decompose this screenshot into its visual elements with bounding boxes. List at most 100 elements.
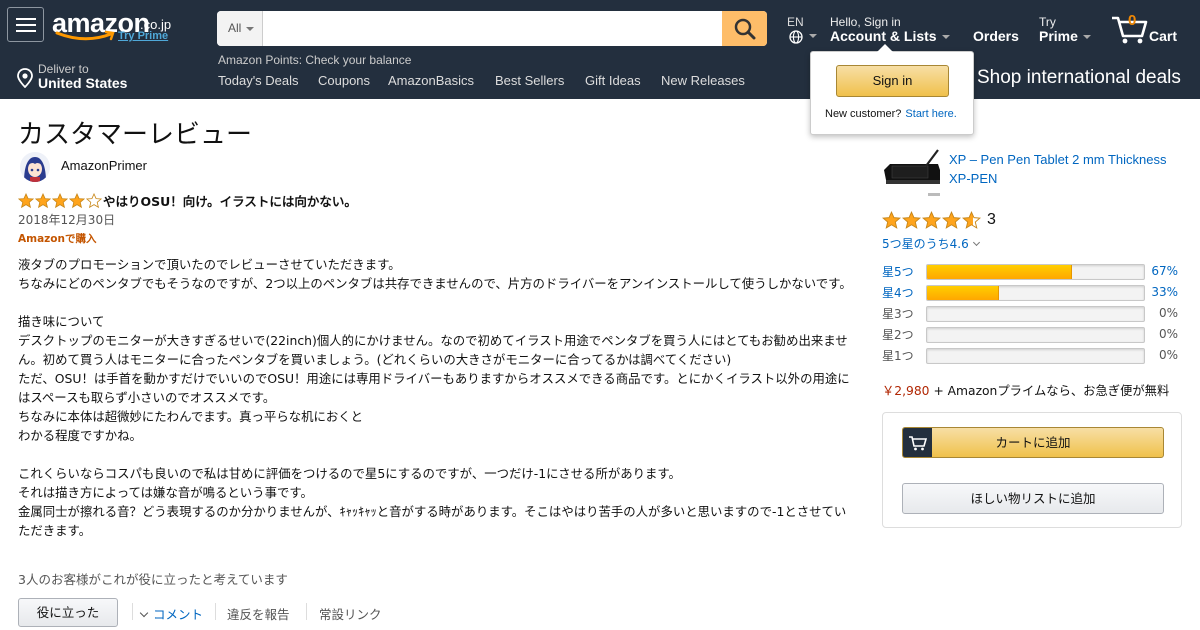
histogram-bar [926, 348, 1145, 364]
histogram-percent: 0% [1158, 348, 1178, 362]
chevron-down-icon [139, 608, 149, 618]
permalink[interactable]: 常設リンク [319, 604, 382, 623]
review-paragraph [18, 445, 854, 464]
report-abuse-link[interactable]: 違反を報告 [227, 604, 290, 623]
histogram-star-label: 星5つ [882, 265, 914, 279]
avatar [20, 152, 50, 182]
search-icon [734, 18, 755, 39]
star-icon [69, 193, 85, 209]
histogram-percent: 0% [1158, 327, 1178, 341]
nav-link-amazonbasics[interactable]: AmazonBasics [388, 73, 474, 88]
star-icon [902, 211, 921, 229]
helpful-count-text: 3人のお客様がこれが役に立ったと考えています [18, 572, 288, 587]
search-input[interactable] [263, 11, 722, 46]
histogram-bar [926, 327, 1145, 343]
add-to-cart-button[interactable]: カートに追加 [902, 427, 1164, 458]
review-paragraph: 描き味について [18, 314, 105, 329]
add-to-wishlist-button[interactable]: ほしい物リストに追加 [902, 483, 1164, 514]
star-icon [882, 211, 901, 229]
cart-link[interactable]: 0 Cart [1110, 12, 1180, 46]
divider [215, 603, 216, 620]
histogram-star-label: 星2つ [882, 328, 914, 342]
page-title: カスタマーレビュー [18, 120, 253, 150]
language-label[interactable]: EN [787, 15, 804, 29]
start-here-link[interactable]: Start here. [905, 108, 956, 120]
verified-purchase-badge: Amazonで購入 [18, 233, 97, 245]
deliver-to-label[interactable]: Deliver to [38, 62, 89, 76]
greeting-text: Hello, Sign in [830, 15, 901, 29]
histogram-star-label: 星4つ [882, 286, 914, 300]
review-paragraph: これくらいならコスパも良いので私は甘めに評価をつけるので星5にするのですが、一つ… [18, 466, 681, 481]
histogram-star-label: 星3つ [882, 307, 914, 321]
reviewer-name[interactable]: AmazonPrimer [61, 158, 147, 173]
search-button[interactable] [722, 11, 767, 46]
star-icon [86, 193, 102, 209]
review-title[interactable]: やはりOSU！向け。イラストには向かない。 [103, 191, 357, 210]
review-body: 液タブのプロモーションで頂いたのでレビューさせていただきます。 ちなみにどのペンタ… [18, 255, 854, 540]
star-icon [942, 211, 961, 229]
points-row[interactable]: Amazon Points: Check your balance [218, 53, 411, 67]
prime-menu[interactable]: Prime [1039, 28, 1091, 44]
nav-link-coupons[interactable]: Coupons [318, 73, 370, 88]
prime-shipping-text: + Amazonプライムなら、お急ぎ便が無料 [933, 384, 1170, 398]
review-date: 2018年12月30日 [18, 213, 116, 227]
product-brand-link[interactable]: XP-PEN [949, 171, 997, 186]
star-icon [18, 193, 34, 209]
top-nav-bar: amazon .co.jp Try Prime All EN Hello, Si… [0, 0, 1200, 99]
new-customer-text: New customer? Start here. [825, 108, 957, 120]
try-prime-link[interactable]: Try Prime [118, 30, 168, 42]
histogram-row[interactable]: 星4つ 33% [882, 284, 1182, 301]
histogram-percent: 0% [1158, 306, 1178, 320]
histogram-bar [926, 306, 1145, 322]
nav-link-gift-ideas[interactable]: Gift Ideas [585, 73, 641, 88]
price: ￥2,980 [882, 384, 930, 398]
signin-popover: Sign in New customer? Start here. [810, 44, 974, 135]
hamburger-menu-icon[interactable] [7, 7, 44, 42]
try-label: Try [1039, 15, 1056, 29]
rating-out-of-link[interactable]: 5つ星のうち4.6 [882, 235, 980, 252]
search-bar: All [217, 11, 767, 46]
comment-link[interactable]: コメント [139, 604, 204, 623]
histogram-percent: 33% [1151, 285, 1178, 299]
review-paragraph: 液タブのプロモーションで頂いたのでレビューさせていただきます。 [18, 257, 401, 272]
product-star-rating [882, 211, 982, 230]
star-icon [52, 193, 68, 209]
nav-link-todays-deals[interactable]: Today's Deals [218, 73, 299, 88]
histogram-row[interactable]: 星5つ 67% [882, 263, 1182, 280]
orders-link[interactable]: Orders [973, 28, 1019, 44]
helpful-button[interactable]: 役に立った [18, 598, 118, 627]
product-title-link[interactable]: XP – Pen Pen Tablet 2 mm Thickness [949, 152, 1179, 167]
comment-label: コメント [153, 607, 204, 622]
histogram-row: 星3つ 0% [882, 305, 1182, 322]
deliver-location[interactable]: United States [38, 75, 127, 91]
new-customer-label: New customer? [825, 108, 902, 120]
rating-count: 3 [987, 211, 996, 228]
star-icon [35, 193, 51, 209]
shop-international-banner[interactable]: Shop international deals [977, 67, 1181, 89]
globe-icon[interactable] [789, 30, 803, 44]
histogram-bar [926, 264, 1145, 280]
review-paragraph: ちなみに本体は超微妙にたわんでます。真っ平らな机におくと [18, 409, 364, 424]
nav-link-new-releases[interactable]: New Releases [661, 73, 745, 88]
points-text: Check your balance [305, 53, 412, 67]
price-line: ￥2,980 + Amazonプライムなら、お急ぎ便が無料 [882, 381, 1169, 399]
nav-link-best-sellers[interactable]: Best Sellers [495, 73, 564, 88]
review-paragraph: わかる程度ですかね。 [18, 428, 142, 443]
review-paragraph: それは描き方によっては嫌な音が鳴るという事です。 [18, 485, 313, 500]
product-image[interactable] [882, 146, 942, 198]
divider [132, 603, 133, 620]
signin-button[interactable]: Sign in [836, 65, 949, 97]
cart-icon [903, 428, 932, 457]
cart-count: 0 [1128, 12, 1137, 29]
search-category-dropdown[interactable]: All [217, 11, 263, 46]
review-star-rating [18, 193, 103, 209]
account-lists-menu[interactable]: Account & Lists [830, 28, 950, 44]
divider [306, 603, 307, 620]
chevron-down-icon [972, 238, 980, 247]
star-icon [962, 211, 981, 229]
histogram-bar [926, 285, 1145, 301]
buy-box: カートに追加 ほしい物リストに追加 [882, 412, 1182, 528]
histogram-star-label: 星1つ [882, 349, 914, 363]
cart-label: Cart [1149, 28, 1178, 44]
search-category-label: All [228, 21, 242, 35]
